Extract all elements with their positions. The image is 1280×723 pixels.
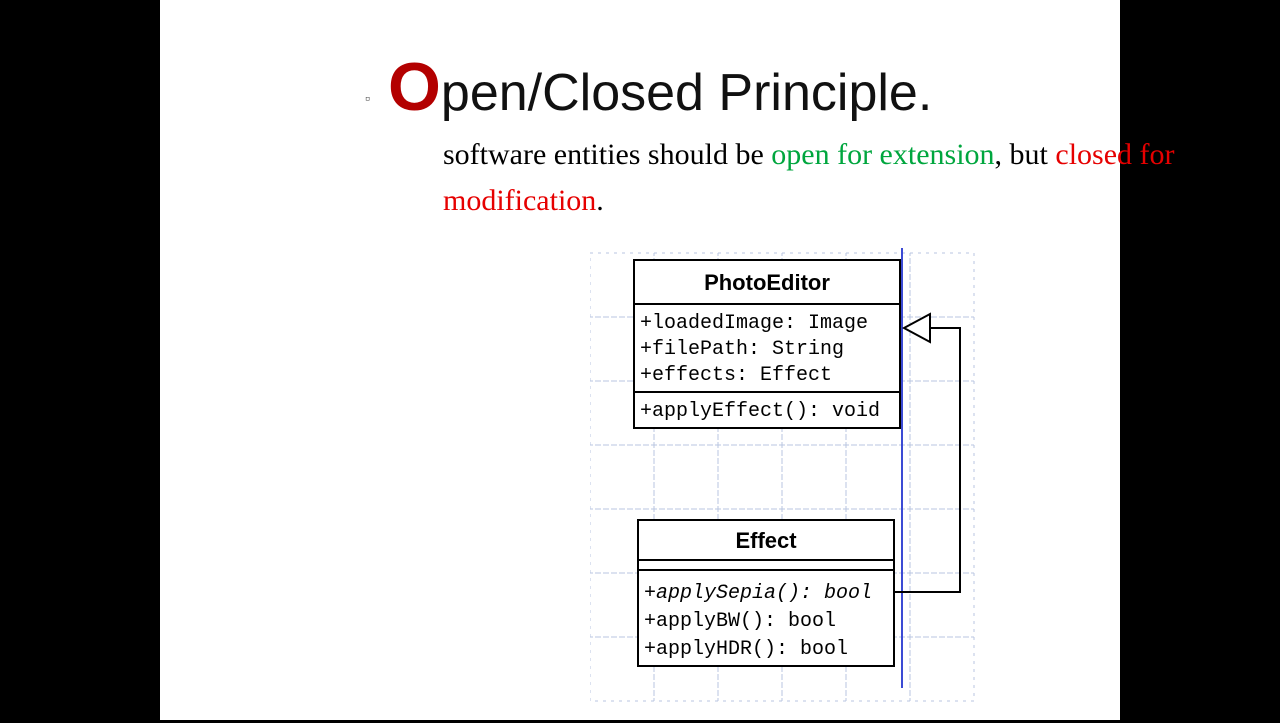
pe-attr-2: +effects: Effect [640,364,832,387]
title-accent-letter: O [388,48,441,126]
effect-op-0: +applySepia(): bool [644,582,872,605]
bullet-glyph: ▫ [365,90,370,106]
def-part3: . [596,184,604,217]
effect-op-2: +applyHDR(): bool [644,638,848,661]
class-photoeditor: PhotoEditor +loadedImage: Image +filePat… [634,260,900,428]
class-effect: Effect +applySepia(): bool +applyBW(): b… [638,520,894,666]
photoeditor-name: PhotoEditor [704,270,830,295]
pe-attr-0: +loadedImage: Image [640,312,868,335]
title-rest: pen/Closed Principle. [441,64,932,122]
definition-text: software entities should be open for ext… [443,132,1243,224]
slide-title: Open/Closed Principle. [388,48,932,126]
slide: ▫ Open/Closed Principle. software entiti… [160,0,1120,720]
effect-op-1: +applyBW(): bool [644,610,836,633]
def-green: open for extension [771,138,994,171]
pe-attr-1: +filePath: String [640,338,844,361]
pe-op-0: +applyEffect(): void [640,400,880,423]
def-part1: software entities should be [443,138,771,171]
def-part2: , but [995,138,1056,171]
association-arrow [894,314,960,592]
uml-diagram: PhotoEditor +loadedImage: Image +filePat… [590,248,1020,723]
effect-name: Effect [735,528,797,553]
